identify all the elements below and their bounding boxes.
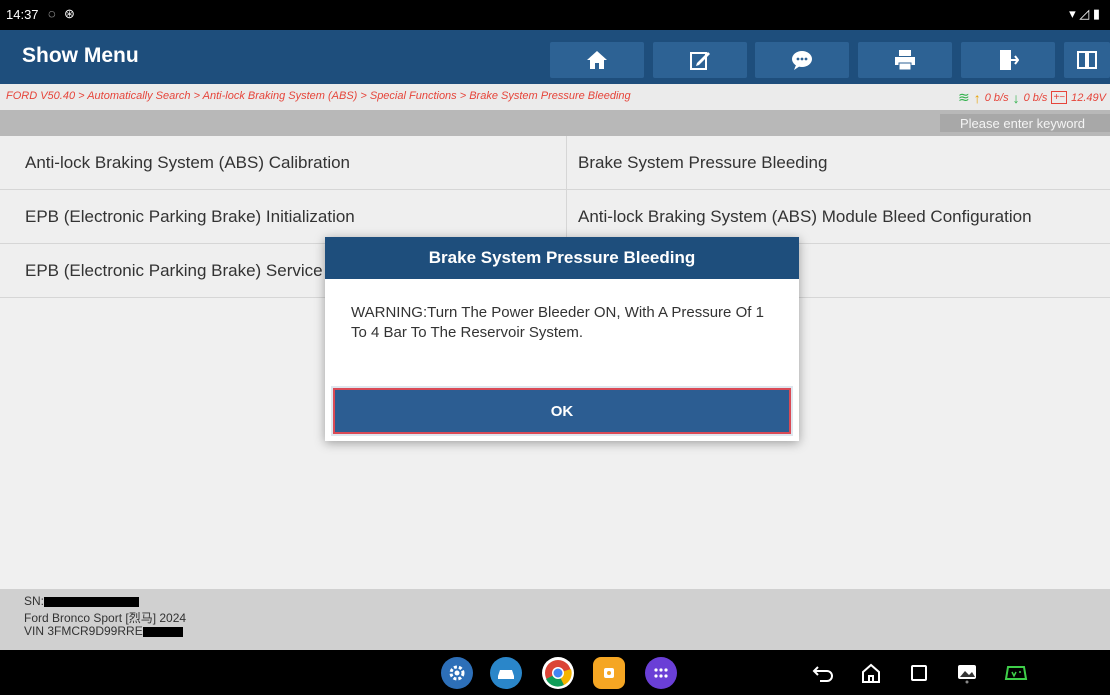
modal-overlay: Brake System Pressure Bleeding WARNING:T… <box>0 0 1110 695</box>
warning-dialog: Brake System Pressure Bleeding WARNING:T… <box>325 237 799 441</box>
dialog-title: Brake System Pressure Bleeding <box>325 237 799 279</box>
dialog-message: WARNING:Turn The Power Bleeder ON, With … <box>351 304 764 341</box>
ok-button[interactable]: OK <box>331 386 793 436</box>
